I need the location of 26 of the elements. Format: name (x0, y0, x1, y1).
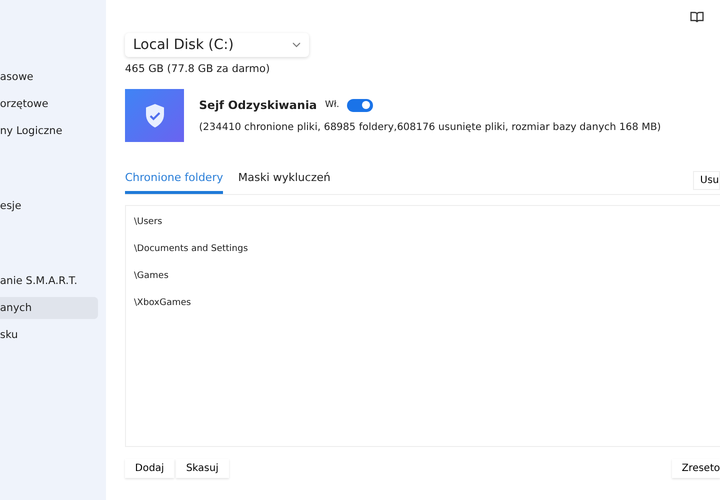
folder-item[interactable]: \Users (134, 214, 712, 241)
chevron-down-icon (292, 42, 301, 48)
shield-check-icon (144, 102, 166, 128)
folder-item[interactable]: \Games (134, 268, 712, 295)
toggle-label: Wł. (324, 100, 340, 110)
folder-item[interactable]: \Documents and Settings (134, 241, 712, 268)
action-button[interactable]: Dodaj (125, 459, 174, 478)
sidebar-item[interactable]: asowe (0, 66, 98, 88)
sidebar-item[interactable]: anie S.M.A.R.T. (0, 270, 98, 292)
folder-item[interactable]: \XboxGames (134, 295, 712, 322)
tab[interactable]: Maski wykluczeń (238, 166, 330, 194)
vault-title: Sejf Odzyskiwania (199, 98, 317, 112)
sidebar-item[interactable]: anych (0, 297, 98, 319)
sidebar-item[interactable]: ny Logiczne (0, 120, 98, 142)
disk-dropdown[interactable]: Local Disk (C:) (125, 33, 309, 57)
sidebar-item[interactable]: orzętowe (0, 93, 98, 115)
disk-info: 465 GB (77.8 GB za darmo) (125, 63, 271, 75)
remove-button[interactable]: Usu (693, 170, 720, 190)
action-button[interactable]: Skasuj (176, 459, 228, 478)
toggle-switch[interactable] (347, 98, 374, 112)
book-icon[interactable] (690, 11, 704, 23)
sidebar-item[interactable]: esje (0, 195, 98, 217)
vault-stats: (234410 chronione pliki, 68985 foldery,608176 usunięte pliki, rozmiar bazy danych 168 MB) (199, 122, 661, 133)
tab[interactable]: Chronione foldery (125, 166, 224, 194)
sidebar-item[interactable]: sku (0, 324, 98, 346)
reset-button[interactable]: Zreseto (672, 459, 720, 478)
